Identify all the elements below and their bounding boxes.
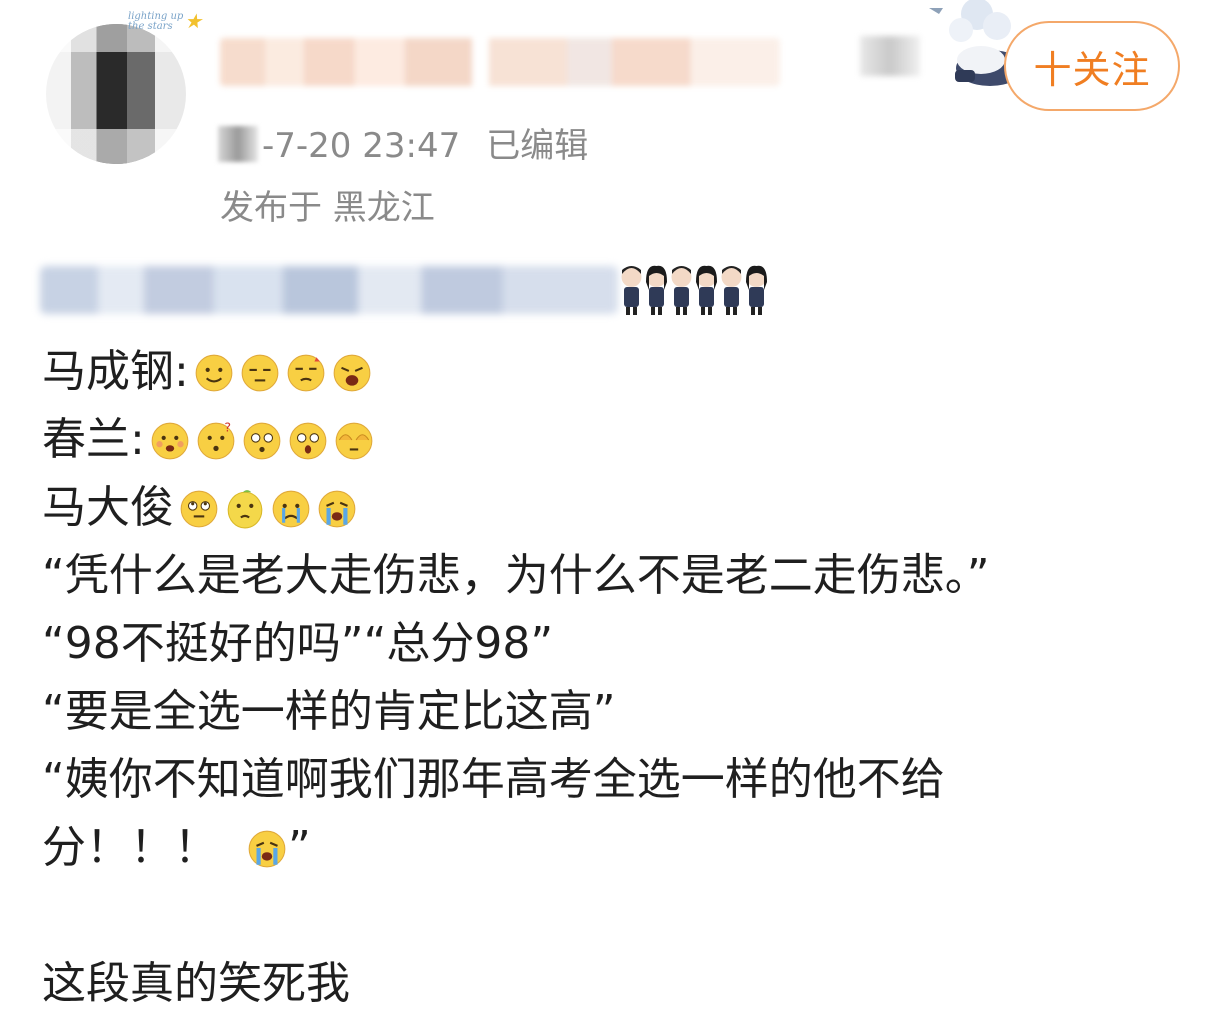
username-suffix-blurred [860,36,920,76]
text-line-content: “要是全选一样的肯定比这高” [42,686,616,737]
emoji-group [242,827,288,869]
svg-text:?: ? [224,420,231,435]
text-line: 马成钢: [42,338,1192,406]
follow-button-label: 十关注 [1033,47,1151,92]
mention-blurred[interactable] [40,266,618,314]
chibi-boy-icon [721,266,742,315]
text-line-content: “98不挺好的吗”“总分98” [42,618,554,669]
text-line-content: 马成钢: [42,346,189,397]
post-text: 马成钢: 春兰: ? 马大俊 “凭什么是老大走伤悲，为什么不是老二走伤悲。” “… [42,338,1192,1018]
username-blurred[interactable] [220,38,780,86]
text-line: 马大俊 [42,474,1192,542]
shocked-emoji-icon [289,422,327,460]
stunned-emoji-icon [243,422,281,460]
annoyed-emoji-icon [287,354,325,392]
speechless-emoji-icon [241,354,279,392]
cover-face-emoji-icon [335,422,373,460]
post-timestamp: -7-20 23:47 [262,126,461,166]
chibi-girl-icon [696,265,717,315]
edited-label[interactable]: 已编辑 [486,126,588,166]
blush-emoji-icon [151,422,189,460]
text-line: 春兰: ? [42,406,1192,474]
text-line: 这段真的笑死我 [42,950,1192,1018]
chibi-boy-icon [671,266,692,315]
text-line: “凭什么是老大走伤悲，为什么不是老二走伤悲。” [42,542,1192,610]
text-line-content: 春兰: [42,414,145,465]
smile-emoji-icon [195,354,233,392]
avatar-badge-text: lighting up the stars [128,11,184,32]
star-icon: ★ [184,9,202,33]
text-line-content: 马大俊 [42,482,174,533]
chibi-girl-icon [646,265,667,315]
chibi-sticker-row [620,264,768,316]
tearful-emoji-icon [272,490,310,528]
text-line: “姨你不知道啊我们那年高考全选一样的他不给 [42,746,1192,814]
lemon-emoji-icon [227,490,263,529]
eye-roll-emoji-icon [180,490,218,528]
chibi-boy-icon [621,266,642,315]
text-line-content: “姨你不知道啊我们那年高考全选一样的他不给 [42,754,945,805]
text-line-content: “凭什么是老大走伤悲，为什么不是老二走伤悲。” [42,550,990,601]
avatar-area[interactable]: lighting up the stars ★ [40,9,202,170]
text-line-content: ” [288,822,311,873]
emoji-group: ? [145,419,375,461]
text-line: “要是全选一样的肯定比这高” [42,678,1192,746]
text-line-content: 分！！！ [42,822,218,873]
follow-button[interactable]: 十关注 [1004,21,1180,111]
date-year-blurred [218,126,258,162]
avatar-badge: lighting up the stars ★ [128,9,202,52]
post-location: 发布于 黑龙江 [220,188,435,228]
crying-emoji-icon [318,490,356,528]
emoji-group [189,351,373,393]
text-line: “98不挺好的吗”“总分98” [42,610,1192,678]
yawn-emoji-icon [333,354,371,392]
confused-emoji-icon: ? [197,420,235,460]
chibi-girl-icon [746,265,767,315]
text-line: 分！！！ ” [42,814,1192,882]
emoji-group [174,487,358,529]
text-line-content: 这段真的笑死我 [42,958,350,1009]
post-meta: -7-20 23:47 已编辑 [262,118,588,167]
crying-emoji-icon [248,830,286,868]
